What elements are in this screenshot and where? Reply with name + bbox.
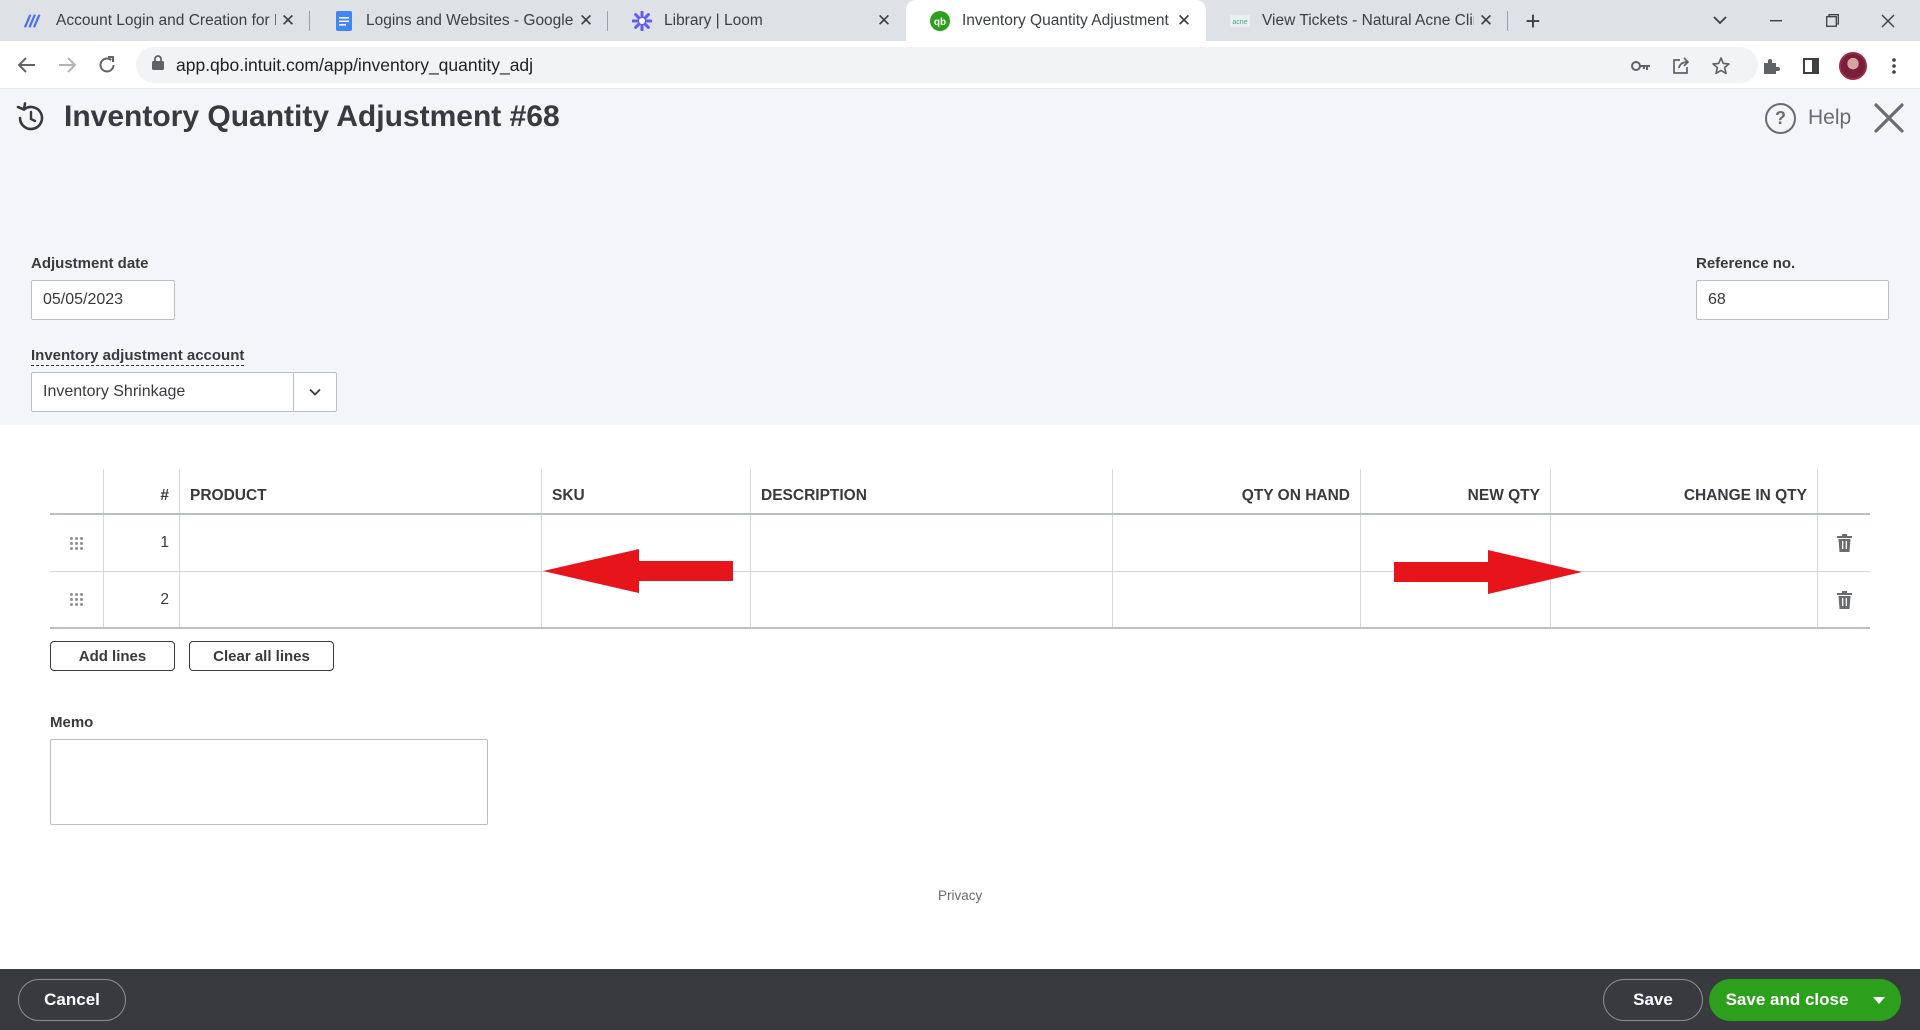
url-text: app.qbo.intuit.com/app/inventory_quantit…	[176, 54, 534, 75]
annotation-right-arrow	[1394, 550, 1582, 594]
save-and-close-button[interactable]: Save and close	[1709, 979, 1901, 1021]
profile-avatar[interactable]	[1839, 52, 1867, 80]
memo-textarea[interactable]	[50, 739, 488, 825]
share-icon[interactable]	[1670, 55, 1692, 77]
forward-arrow-icon[interactable]	[51, 49, 83, 81]
header-product: PRODUCT	[180, 469, 542, 513]
clear-all-lines-button[interactable]: Clear all lines	[189, 641, 334, 671]
memo-label: Memo	[50, 714, 94, 731]
product-cell[interactable]	[180, 572, 542, 627]
clinic-favicon-icon: acne	[1230, 11, 1250, 31]
close-icon[interactable]: ✕	[574, 9, 598, 33]
browser-tab-loom[interactable]: Library | Loom ✕	[608, 0, 906, 41]
header-qty-on-hand: QTY ON HAND	[1113, 469, 1361, 513]
back-arrow-icon[interactable]	[11, 49, 43, 81]
description-cell[interactable]	[751, 515, 1113, 571]
page-title: Inventory Quantity Adjustment #68	[64, 100, 560, 133]
inventory-account-select[interactable]: Inventory Shrinkage	[31, 372, 337, 412]
recent-history-icon[interactable]	[14, 101, 48, 135]
row-number: 1	[104, 515, 180, 571]
help-question-icon: ?	[1765, 102, 1796, 134]
trash-icon[interactable]	[1818, 572, 1870, 627]
svg-text:qb: qb	[934, 17, 946, 28]
trash-icon[interactable]	[1818, 515, 1870, 571]
form-footer: Cancel Save Save and close	[0, 969, 1920, 1030]
browser-tab-inventory-adjustment[interactable]: qb Inventory Quantity Adjustment ✕	[906, 0, 1206, 41]
description-cell[interactable]	[751, 572, 1113, 627]
help-label: Help	[1808, 106, 1852, 129]
reference-no-label: Reference no.	[1696, 255, 1796, 272]
tab-title: Inventory Quantity Adjustment	[962, 11, 1169, 29]
save-button[interactable]: Save	[1603, 979, 1703, 1021]
add-lines-button[interactable]: Add lines	[50, 641, 175, 671]
loom-icon	[632, 10, 652, 31]
browser-tab-logins-websites[interactable]: Logins and Websites - Google Dc ✕	[310, 0, 608, 41]
tab-title: Library | Loom	[664, 11, 763, 29]
header-description: DESCRIPTION	[751, 469, 1113, 513]
adjustment-date-field[interactable]: 05/05/2023	[31, 280, 175, 320]
header-change-in-qty: CHANGE IN QTY	[1551, 469, 1818, 513]
annotation-left-arrow	[543, 549, 733, 593]
drag-handle-icon[interactable]	[50, 515, 104, 571]
close-icon[interactable]: ✕	[1172, 9, 1196, 33]
browser-address-bar: app.qbo.intuit.com/app/inventory_quantit…	[0, 41, 1920, 89]
change-in-qty-cell[interactable]	[1551, 515, 1818, 571]
inventory-account-value: Inventory Shrinkage	[43, 383, 186, 400]
reference-no-field[interactable]: 68	[1696, 280, 1889, 320]
minimize-icon[interactable]	[1748, 0, 1804, 41]
google-docs-icon	[334, 10, 354, 31]
header-drag-cell	[50, 469, 104, 513]
qty-on-hand-cell	[1113, 515, 1361, 571]
close-icon[interactable]: ✕	[872, 9, 896, 33]
table-row[interactable]: 1	[50, 515, 1870, 572]
table-header-row: # PRODUCT SKU DESCRIPTION QTY ON HAND NE…	[50, 469, 1870, 515]
help-button[interactable]: ? Help	[1765, 101, 1851, 135]
header-sku: SKU	[542, 469, 751, 513]
table-row[interactable]: 2	[50, 572, 1870, 629]
qty-on-hand-cell	[1113, 572, 1361, 627]
cancel-button[interactable]: Cancel	[18, 979, 126, 1021]
browser-tab-view-tickets[interactable]: acne View Tickets - Natural Acne Clinic …	[1206, 0, 1508, 41]
workflow-logo-icon	[24, 11, 44, 31]
browser-tab-bar: Account Login and Creation for F ✕ Login…	[0, 0, 1920, 41]
quickbooks-icon: qb	[930, 10, 950, 31]
privacy-link[interactable]: Privacy	[938, 888, 982, 903]
change-in-qty-cell[interactable]	[1551, 572, 1818, 627]
inventory-account-label: Inventory adjustment account	[31, 347, 245, 366]
new-tab-button[interactable]: +	[1518, 6, 1548, 36]
header-new-qty: NEW QTY	[1361, 469, 1551, 513]
close-form-icon[interactable]	[1872, 101, 1906, 135]
tab-search-chevron-icon[interactable]	[1692, 0, 1748, 41]
product-cell[interactable]	[180, 515, 542, 571]
adjustment-date-label: Adjustment date	[31, 255, 149, 272]
row-number: 2	[104, 572, 180, 627]
tab-title: Account Login and Creation for F	[56, 11, 276, 29]
reload-icon[interactable]	[91, 49, 123, 81]
tab-title: Logins and Websites - Google Dc	[366, 11, 574, 29]
side-panel-icon[interactable]	[1798, 53, 1824, 79]
window-close-icon[interactable]	[1860, 0, 1916, 41]
browser-tab-account-login[interactable]: Account Login and Creation for F ✕	[0, 0, 310, 41]
tab-title: View Tickets - Natural Acne Clinic	[1262, 11, 1474, 29]
more-menu-icon[interactable]	[1881, 53, 1907, 79]
bookmark-star-icon[interactable]	[1710, 55, 1732, 77]
extensions-puzzle-icon[interactable]	[1758, 53, 1784, 79]
lock-icon[interactable]	[152, 55, 164, 75]
restore-icon[interactable]	[1804, 0, 1860, 41]
header-num: #	[104, 469, 180, 513]
svg-text:acne: acne	[1232, 19, 1247, 26]
save-and-close-label[interactable]: Save and close	[1709, 979, 1857, 1021]
drag-handle-icon[interactable]	[50, 572, 104, 627]
url-omnibox[interactable]: app.qbo.intuit.com/app/inventory_quantit…	[136, 47, 1758, 83]
chevron-down-icon[interactable]	[293, 373, 336, 411]
header-delete-cell	[1818, 469, 1870, 513]
close-icon[interactable]: ✕	[1474, 9, 1498, 33]
tab-separator	[1507, 11, 1508, 31]
key-icon[interactable]	[1630, 55, 1652, 77]
close-icon[interactable]: ✕	[276, 9, 300, 33]
caret-down-icon[interactable]	[1857, 979, 1901, 1021]
line-items-table: # PRODUCT SKU DESCRIPTION QTY ON HAND NE…	[50, 469, 1870, 629]
